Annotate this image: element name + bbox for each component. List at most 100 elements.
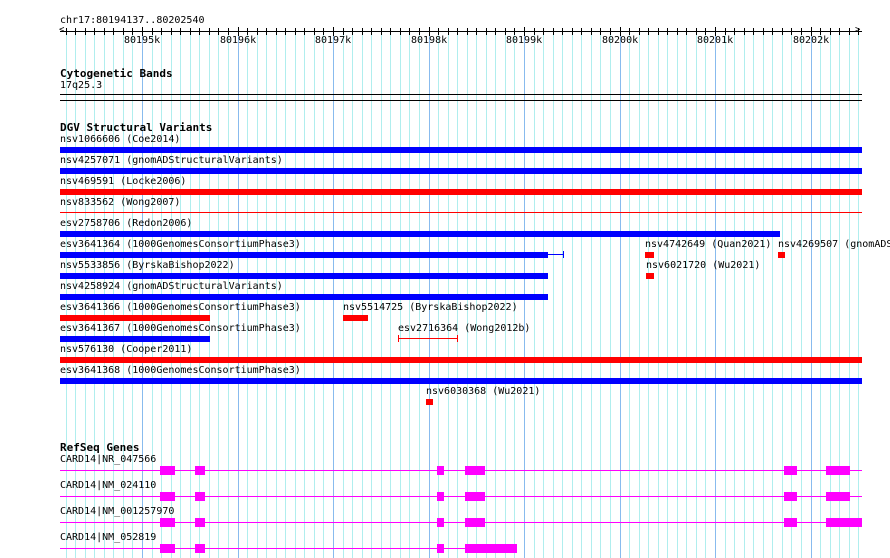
feature-bar[interactable] <box>60 231 780 237</box>
grid-line <box>648 30 649 558</box>
feature-label: nsv833562 (Wong2007) <box>60 197 181 208</box>
ruler-tick <box>323 28 324 35</box>
exon[interactable] <box>465 466 485 475</box>
exon[interactable] <box>160 466 175 475</box>
ruler-location: chr17:80194137..80202540 <box>60 15 205 26</box>
feature-bar[interactable] <box>646 273 654 279</box>
grid-line <box>705 30 706 558</box>
ruler-tick <box>849 28 850 35</box>
ruler-tick <box>218 28 219 35</box>
ruler-tick <box>677 28 678 35</box>
ruler-tick <box>85 28 86 35</box>
feature-bar[interactable] <box>60 357 862 363</box>
grid-line <box>830 30 831 558</box>
exon[interactable] <box>437 492 444 501</box>
feature-bar[interactable] <box>398 338 458 339</box>
ruler-tick <box>381 28 382 35</box>
ruler-tick <box>572 28 573 35</box>
exon[interactable] <box>195 466 205 475</box>
ruler-tick <box>113 28 114 35</box>
feature-bar[interactable] <box>60 294 548 300</box>
ruler-tick-label: 80196k <box>220 35 257 46</box>
feature-bar-extension[interactable] <box>548 254 564 255</box>
ruler-tick <box>104 28 105 35</box>
exon[interactable] <box>465 518 485 527</box>
exon[interactable] <box>826 466 850 475</box>
feature-end-tick <box>457 335 458 342</box>
exon[interactable] <box>195 492 205 501</box>
ruler-tick-label: 80202k <box>793 35 830 46</box>
feature-bar[interactable] <box>426 399 433 405</box>
ruler-tick-label: 80199k <box>506 35 543 46</box>
feature-bar[interactable] <box>343 315 368 321</box>
ruler-tick <box>505 28 506 35</box>
cyto-band-label: 17q25.3 <box>60 80 103 91</box>
exon[interactable] <box>465 492 485 501</box>
ruler-tick <box>276 28 277 35</box>
transcript-label: CARD14|NM_024110 <box>60 480 157 491</box>
exon[interactable] <box>437 518 444 527</box>
exon[interactable] <box>160 518 175 527</box>
exon[interactable] <box>160 544 175 553</box>
grid-line <box>725 30 726 558</box>
ruler-tick <box>581 28 582 35</box>
exon[interactable] <box>784 492 797 501</box>
ruler-tick <box>94 28 95 35</box>
exon[interactable] <box>826 492 850 501</box>
exon[interactable] <box>437 544 444 553</box>
grid-line <box>820 30 821 558</box>
ruler-tick <box>352 28 353 35</box>
feature-bar[interactable] <box>60 315 210 321</box>
ruler-tick <box>514 28 515 35</box>
feature-bar[interactable] <box>60 212 862 213</box>
feature-bar[interactable] <box>60 189 862 195</box>
ruler-tick <box>534 28 535 35</box>
ruler-tick <box>553 28 554 35</box>
feature-label: nsv6021720 (Wu2021) <box>646 260 761 271</box>
exon[interactable] <box>465 544 517 553</box>
exon[interactable] <box>437 466 444 475</box>
feature-label: esv3641364 (1000GenomesConsortiumPhase3) <box>60 239 301 250</box>
ruler-tick <box>830 28 831 35</box>
grid-line <box>734 30 735 558</box>
ruler-tick <box>629 28 630 35</box>
ruler-tick-label: 80197k <box>315 35 352 46</box>
exon[interactable] <box>826 518 862 527</box>
feature-bar[interactable] <box>645 252 654 258</box>
ruler-tick <box>801 28 802 35</box>
exon[interactable] <box>160 492 175 501</box>
ruler-tick <box>725 28 726 35</box>
grid-line <box>782 30 783 558</box>
transcript-intron-line[interactable] <box>60 548 517 549</box>
ruler-tick <box>295 28 296 35</box>
feature-bar[interactable] <box>60 147 862 153</box>
transcript-intron-line[interactable] <box>60 470 862 471</box>
exon[interactable] <box>195 518 205 527</box>
exon[interactable] <box>784 518 797 527</box>
grid-line <box>610 30 611 558</box>
exon[interactable] <box>195 544 205 553</box>
ruler-tick <box>199 28 200 35</box>
dgv-track-title: DGV Structural Variants <box>60 121 213 134</box>
feature-bar[interactable] <box>60 336 210 342</box>
transcript-intron-line[interactable] <box>60 522 862 523</box>
feature-bar[interactable] <box>60 378 862 384</box>
feature-bar[interactable] <box>60 168 862 174</box>
ruler-tick <box>266 28 267 35</box>
grid-line <box>553 30 554 558</box>
transcript-intron-line[interactable] <box>60 496 862 497</box>
ruler-tick <box>791 28 792 35</box>
feature-bar[interactable] <box>778 252 785 258</box>
cyto-band-line[interactable] <box>60 94 862 95</box>
ruler-tick <box>734 28 735 35</box>
feature-bar[interactable] <box>60 252 548 258</box>
feature-label: esv3641367 (1000GenomesConsortiumPhase3) <box>60 323 301 334</box>
ruler-tick <box>686 28 687 35</box>
transcript-label: CARD14|NR_047566 <box>60 454 157 465</box>
feature-label: nsv4269507 (gnomADS <box>778 239 890 250</box>
ruler-tick-label: 80201k <box>697 35 734 46</box>
feature-bar[interactable] <box>60 273 548 279</box>
ruler-tick <box>75 28 76 35</box>
exon[interactable] <box>784 466 797 475</box>
ruler-left-arrow-icon[interactable]: < <box>59 25 64 36</box>
